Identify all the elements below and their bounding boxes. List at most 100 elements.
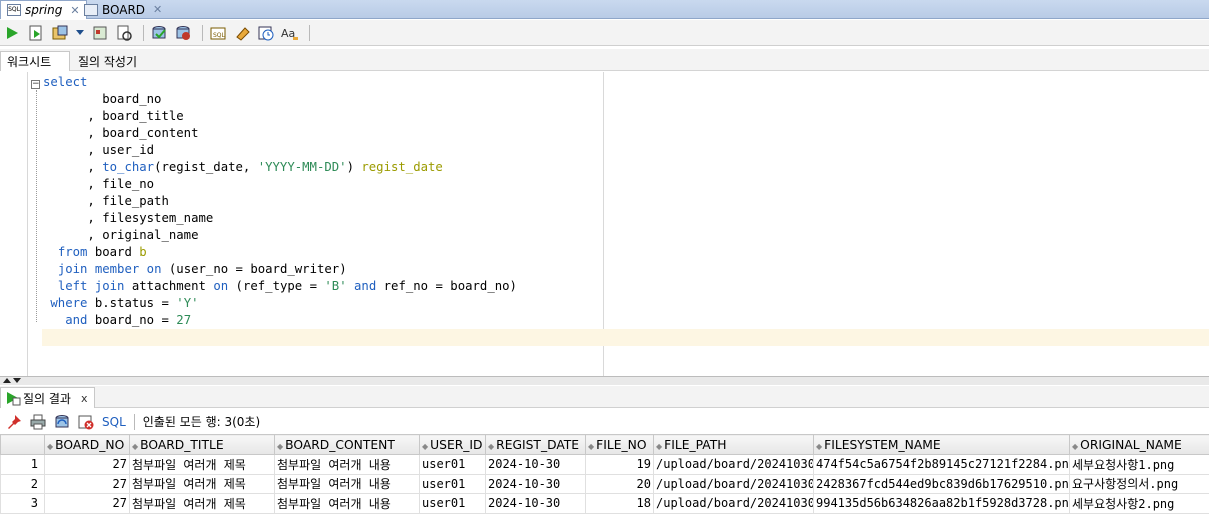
table-cell[interactable]: 요구사항정의서.png xyxy=(1069,473,1209,494)
print-button[interactable] xyxy=(28,412,48,432)
row-number[interactable]: 2 xyxy=(0,473,45,494)
code-line[interactable]: , original_name xyxy=(43,227,517,244)
sort-icon[interactable]: ◆ xyxy=(47,442,53,451)
tab-worksheet[interactable]: 워크시트 xyxy=(0,51,70,71)
toolbar-separator xyxy=(143,24,144,41)
table-cell[interactable]: 19 xyxy=(585,454,654,475)
run-script-button[interactable] xyxy=(26,23,46,43)
table-cell[interactable]: /upload/board/20241030 xyxy=(653,473,814,494)
autotrace-button[interactable] xyxy=(50,23,70,43)
column-header-user-id[interactable]: ◆ USER_ID xyxy=(419,434,486,455)
code-line[interactable]: and board_no = 27 xyxy=(43,312,517,329)
row-number[interactable]: 1 xyxy=(0,454,45,475)
code-line[interactable]: left join attachment on (ref_type = 'B' … xyxy=(43,278,517,295)
tab-spring[interactable]: SQL spring ✕ xyxy=(0,0,87,19)
sort-icon[interactable]: ◆ xyxy=(588,442,594,451)
table-cell[interactable]: 첨부파일 여러개 내용 xyxy=(274,473,420,494)
column-header-board-content[interactable]: ◆ BOARD_CONTENT xyxy=(274,434,420,455)
table-cell[interactable]: 2024-10-30 xyxy=(485,473,586,494)
table-row[interactable]: 2 27 첨부파일 여러개 제목 첨부파일 여러개 내용 user01 2024-10-3… xyxy=(0,473,1209,494)
table-cell[interactable]: /upload/board/20241030 xyxy=(653,454,814,475)
fold-toggle-icon[interactable]: − xyxy=(31,80,40,89)
commit-button[interactable] xyxy=(149,23,169,43)
table-cell[interactable]: 2024-10-30 xyxy=(485,493,586,514)
sort-icon[interactable]: ◆ xyxy=(816,442,822,451)
table-cell[interactable]: 994135d56b634826aa82b1f5928d3728.png xyxy=(813,493,1070,514)
table-cell[interactable]: 첨부파일 여러개 제목 xyxy=(129,473,275,494)
tab-query-builder[interactable]: 질의 작성기 xyxy=(72,51,143,71)
tab-query-result[interactable]: 질의 결과 x xyxy=(0,387,95,408)
sql-editor[interactable]: − select board_no , board_title , board_… xyxy=(0,72,1209,376)
unshared-sql-button[interactable]: SQL xyxy=(208,23,228,43)
table-row[interactable]: 3 27 첨부파일 여러개 제목 첨부파일 여러개 내용 user01 2024-10-3… xyxy=(0,493,1209,514)
sort-icon[interactable]: ◆ xyxy=(132,442,138,451)
table-cell[interactable]: 첨부파일 여러개 내용 xyxy=(274,454,420,475)
column-header-file-path[interactable]: ◆ FILE_PATH xyxy=(653,434,814,455)
eraser-icon xyxy=(236,26,250,41)
explain-plan-button[interactable] xyxy=(90,23,110,43)
clear-button[interactable] xyxy=(232,23,252,43)
code-line[interactable]: select xyxy=(43,74,517,91)
table-cell[interactable]: user01 xyxy=(419,493,486,514)
sort-icon[interactable]: ◆ xyxy=(422,442,428,451)
column-header-original-name[interactable]: ◆ ORIGINAL_NAME xyxy=(1069,434,1209,455)
table-cell[interactable]: 2428367fcd544ed9bc839d6b17629510.png xyxy=(813,473,1070,494)
pin-button[interactable] xyxy=(4,412,24,432)
table-cell[interactable]: user01 xyxy=(419,473,486,494)
run-statement-button[interactable] xyxy=(2,23,22,43)
code-line[interactable]: board_no xyxy=(43,91,517,108)
sort-icon[interactable]: ◆ xyxy=(488,442,494,451)
sort-icon[interactable]: ◆ xyxy=(277,442,283,451)
sql-tuning-button[interactable] xyxy=(114,23,134,43)
table-cell[interactable]: 첨부파일 여러개 내용 xyxy=(274,493,420,514)
code-line[interactable]: , to_char(regist_date, 'YYYY-MM-DD') reg… xyxy=(43,159,517,176)
table-cell[interactable]: 세부요청사항1.png xyxy=(1069,454,1209,475)
collapse-arrows-icon[interactable] xyxy=(2,377,26,385)
sql-worksheet-icon: SQL xyxy=(7,4,21,16)
refresh-button[interactable] xyxy=(52,412,72,432)
code-line[interactable]: , file_no xyxy=(43,176,517,193)
close-icon[interactable]: x xyxy=(81,392,88,405)
table-cell[interactable]: /upload/board/20241030 xyxy=(653,493,814,514)
code-line[interactable]: join member on (user_no = board_writer) xyxy=(43,261,517,278)
row-number[interactable]: 3 xyxy=(0,493,45,514)
table-cell[interactable]: 27 xyxy=(44,454,130,475)
table-cell[interactable]: 2024-10-30 xyxy=(485,454,586,475)
table-cell[interactable]: 474f54c5a6754f2b89145c27121f2284.png xyxy=(813,454,1070,475)
format-case-button[interactable]: Aa xyxy=(280,23,300,43)
tab-board[interactable]: BOARD ✕ xyxy=(78,0,168,19)
sql-link[interactable]: SQL xyxy=(102,415,126,429)
table-cell[interactable]: 세부요청사항2.png xyxy=(1069,493,1209,514)
code-line[interactable]: , board_title xyxy=(43,108,517,125)
table-cell[interactable]: 첨부파일 여러개 제목 xyxy=(129,454,275,475)
code-line[interactable]: , board_content xyxy=(43,125,517,142)
code-line[interactable]: where b.status = 'Y' xyxy=(43,295,517,312)
code-line[interactable]: from board b xyxy=(43,244,517,261)
column-header-file-no[interactable]: ◆ FILE_NO xyxy=(585,434,654,455)
table-cell[interactable]: 18 xyxy=(585,493,654,514)
grid-header: ◆ BOARD_NO ◆ BOARD_TITLE ◆ BOARD_CONTENT ◆ USER… xyxy=(0,434,1209,455)
sort-icon[interactable]: ◆ xyxy=(1072,442,1078,451)
pane-splitter[interactable] xyxy=(0,376,1209,385)
table-cell[interactable]: 첨부파일 여러개 제목 xyxy=(129,493,275,514)
rollback-button[interactable] xyxy=(173,23,193,43)
dropdown-button[interactable] xyxy=(74,23,86,43)
table-cell[interactable]: user01 xyxy=(419,454,486,475)
column-header-label: BOARD_NO xyxy=(55,437,125,452)
sql-code[interactable]: select board_no , board_title , board_co… xyxy=(43,74,517,329)
table-row[interactable]: 1 27 첨부파일 여러개 제목 첨부파일 여러개 내용 user01 2024-10-3… xyxy=(0,454,1209,475)
column-header-filesystem-name[interactable]: ◆ FILESYSTEM_NAME xyxy=(813,434,1070,455)
code-line[interactable]: , user_id xyxy=(43,142,517,159)
history-button[interactable] xyxy=(256,23,276,43)
close-icon[interactable]: ✕ xyxy=(153,3,162,16)
code-line[interactable]: , file_path xyxy=(43,193,517,210)
code-line[interactable]: , filesystem_name xyxy=(43,210,517,227)
sort-icon[interactable]: ◆ xyxy=(656,442,662,451)
column-header-board-title[interactable]: ◆ BOARD_TITLE xyxy=(129,434,275,455)
cancel-button[interactable] xyxy=(76,412,96,432)
table-cell[interactable]: 20 xyxy=(585,473,654,494)
column-header-board-no[interactable]: ◆ BOARD_NO xyxy=(44,434,130,455)
column-header-regist-date[interactable]: ◆ REGIST_DATE xyxy=(485,434,586,455)
table-cell[interactable]: 27 xyxy=(44,473,130,494)
table-cell[interactable]: 27 xyxy=(44,493,130,514)
